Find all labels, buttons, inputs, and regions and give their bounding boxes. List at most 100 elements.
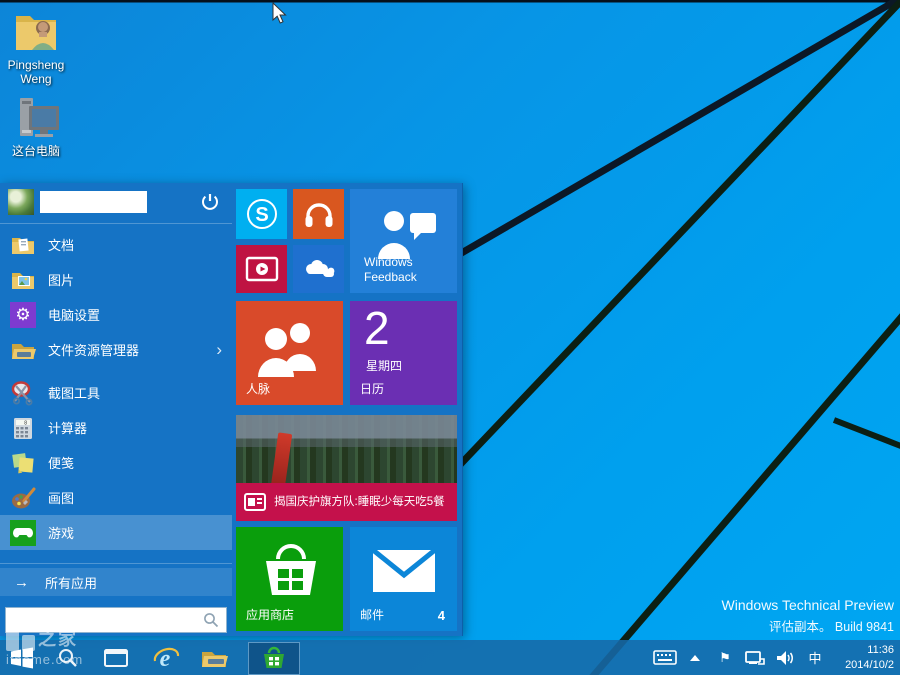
task-view-button[interactable] xyxy=(96,640,136,675)
news-caption-bar: 揭国庆护旗方队:睡眠少每天吃5餐 xyxy=(236,483,457,521)
onedrive-cloud-icon xyxy=(301,257,337,281)
tray-expand-chevron-icon[interactable] xyxy=(682,640,708,675)
tile-label: Windows Feedback xyxy=(364,255,457,285)
power-icon xyxy=(200,192,220,212)
menu-item-pc-settings[interactable]: ⚙ 电脑设置 xyxy=(0,297,232,332)
desktop: Pingsheng Weng 这台电脑 Windows Technical Pr… xyxy=(0,0,900,675)
menu-item-label: 便笺 xyxy=(48,453,74,472)
clock-date: 2014/10/2 xyxy=(832,658,894,672)
all-apps-label: 所有应用 xyxy=(45,573,97,592)
menu-item-games[interactable]: 游戏 xyxy=(0,515,232,550)
news-caption-text: 揭国庆护旗方队:睡眠少每天吃5餐 xyxy=(274,495,445,510)
store-bag-icon xyxy=(260,541,322,599)
folder-icon xyxy=(200,647,228,669)
tile-music[interactable] xyxy=(293,189,344,239)
paint-icon xyxy=(10,485,36,511)
skype-icon: S xyxy=(245,197,279,231)
power-button[interactable] xyxy=(200,192,220,212)
tile-onedrive[interactable] xyxy=(293,245,344,293)
tile-news[interactable]: 揭国庆护旗方队:睡眠少每天吃5餐 xyxy=(236,415,457,521)
tile-label: 人脉 xyxy=(246,382,270,397)
clock-time: 11:36 xyxy=(832,643,894,657)
user-folder-icon xyxy=(10,6,62,56)
user-name-box xyxy=(40,191,147,213)
store-bag-icon xyxy=(261,645,287,671)
tile-label: 日历 xyxy=(360,382,384,397)
start-menu-header xyxy=(0,183,232,221)
volume-icon[interactable] xyxy=(772,640,798,675)
internet-explorer-button[interactable]: e xyxy=(146,640,186,675)
desktop-icon-user-folder[interactable]: Pingsheng Weng xyxy=(0,6,72,87)
touch-keyboard-icon[interactable] xyxy=(652,640,678,675)
documents-folder-icon xyxy=(10,232,36,258)
news-icon xyxy=(244,493,266,511)
menu-item-calculator[interactable]: 8 计算器 xyxy=(0,410,232,445)
file-explorer-icon xyxy=(10,337,36,363)
feedback-icon xyxy=(374,207,438,259)
menu-item-label: 文档 xyxy=(48,235,74,254)
sticky-notes-icon xyxy=(10,450,36,476)
divider xyxy=(0,563,232,564)
this-pc-icon xyxy=(10,94,62,142)
menu-item-snipping-tool[interactable]: 截图工具 xyxy=(0,375,232,410)
internet-explorer-icon: e xyxy=(152,645,180,671)
tile-video[interactable] xyxy=(236,245,287,293)
menu-item-sticky-notes[interactable]: 便笺 xyxy=(0,445,232,480)
mail-envelope-icon xyxy=(372,549,436,593)
snipping-tool-icon xyxy=(10,380,36,406)
desktop-icon-label: Pingsheng Weng xyxy=(0,58,72,87)
search-icon[interactable] xyxy=(202,611,220,629)
file-explorer-button[interactable] xyxy=(194,640,234,675)
video-icon xyxy=(245,256,279,282)
settings-gear-icon: ⚙ xyxy=(10,302,36,328)
start-button[interactable] xyxy=(2,640,42,675)
menu-item-label: 图片 xyxy=(48,270,74,289)
tile-calendar[interactable]: 2 星期四 日历 xyxy=(350,301,457,405)
user-avatar[interactable] xyxy=(8,189,34,215)
svg-text:8: 8 xyxy=(24,420,27,426)
store-taskbar-button[interactable] xyxy=(248,642,300,675)
taskbar-search-button[interactable] xyxy=(48,640,88,675)
people-icon xyxy=(256,321,324,377)
menu-item-pictures[interactable]: 图片 xyxy=(0,262,232,297)
menu-item-label: 文件资源管理器 xyxy=(48,340,139,359)
input-method-indicator[interactable]: 中 xyxy=(802,640,828,675)
os-watermark: Windows Technical Preview 评估副本。 Build 98… xyxy=(722,597,894,635)
start-menu-panel: 文档 图片 ⚙ 电脑设置 文件资源管理器 › xyxy=(0,183,463,636)
tile-windows-feedback[interactable]: Windows Feedback xyxy=(350,189,457,293)
tile-store[interactable]: 应用商店 xyxy=(236,527,343,631)
desktop-icon-this-pc[interactable]: 这台电脑 xyxy=(0,94,72,158)
divider xyxy=(0,223,232,224)
menu-item-label: 计算器 xyxy=(48,418,87,437)
start-menu-item-list: 文档 图片 ⚙ 电脑设置 文件资源管理器 › xyxy=(0,227,232,550)
mail-unread-badge: 4 xyxy=(438,608,445,623)
headphones-icon xyxy=(303,199,335,229)
tile-mail[interactable]: 邮件 4 xyxy=(350,527,457,631)
menu-item-label: 电脑设置 xyxy=(48,305,100,324)
menu-item-documents[interactable]: 文档 xyxy=(0,227,232,262)
submenu-chevron-icon[interactable]: › xyxy=(216,340,222,360)
menu-item-paint[interactable]: 画图 xyxy=(0,480,232,515)
network-icon[interactable] xyxy=(742,640,768,675)
search-icon xyxy=(57,647,79,669)
tile-label: 应用商店 xyxy=(246,608,294,623)
action-center-flag-icon[interactable]: ⚑ xyxy=(712,640,738,675)
taskbar: e ⚑ xyxy=(0,640,900,675)
all-apps-button[interactable]: → 所有应用 xyxy=(0,568,232,596)
games-icon xyxy=(10,520,36,546)
taskbar-clock[interactable]: 11:36 2014/10/2 xyxy=(832,643,894,672)
svg-text:S: S xyxy=(255,204,268,226)
start-search-input[interactable] xyxy=(6,608,202,632)
system-tray: ⚑ 中 11:36 2014/10/2 xyxy=(652,640,900,675)
menu-item-label: 游戏 xyxy=(48,523,74,542)
start-search-box[interactable] xyxy=(5,607,227,633)
tile-people[interactable]: 人脉 xyxy=(236,301,343,405)
desktop-icon-label: 这台电脑 xyxy=(0,144,72,158)
menu-item-file-explorer[interactable]: 文件资源管理器 › xyxy=(0,332,232,367)
all-apps-arrow-icon: → xyxy=(14,574,29,591)
windows-logo-icon xyxy=(9,646,35,670)
tile-skype[interactable]: S xyxy=(236,189,287,239)
calendar-date: 2 xyxy=(364,301,390,355)
task-view-icon xyxy=(104,649,128,667)
calculator-icon: 8 xyxy=(10,415,36,441)
